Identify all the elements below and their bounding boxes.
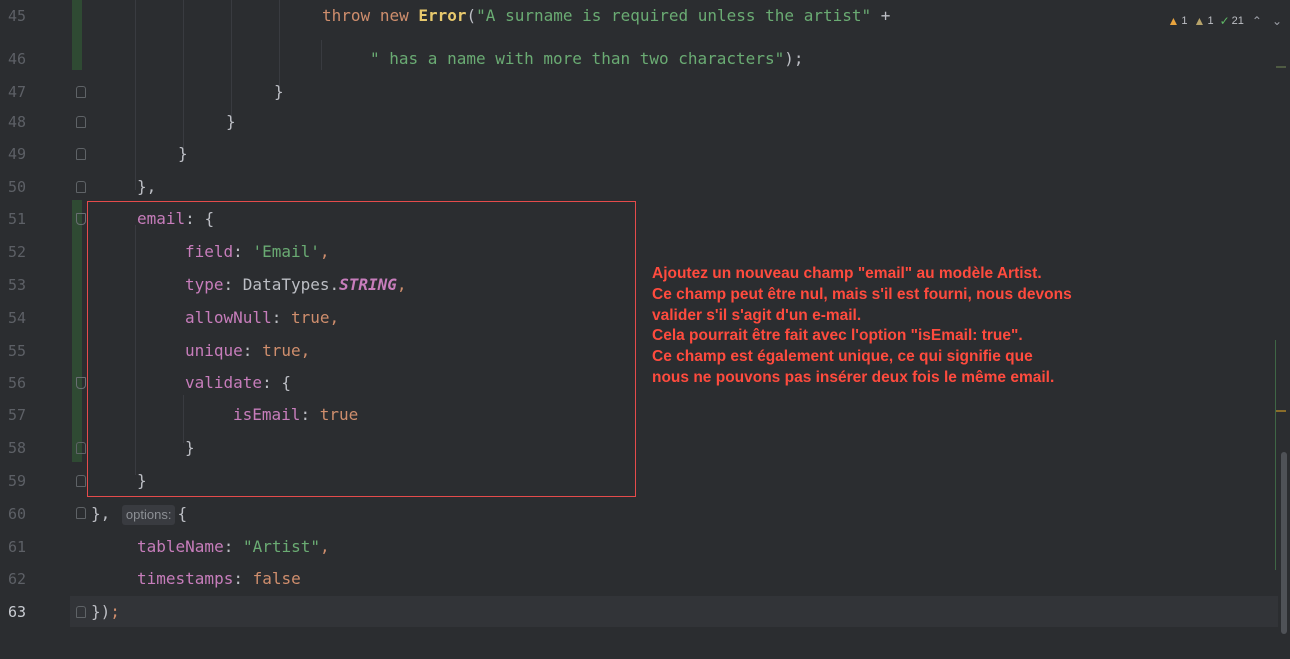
annotation-line: nous ne pouvons pas insérer deux fois le… [652, 368, 1055, 386]
line-number: 58 [8, 439, 27, 457]
line-number: 54 [8, 309, 27, 327]
line-number: 61 [8, 538, 27, 556]
annotation-line: Ce champ peut être nul, mais s'il est fo… [652, 285, 1072, 303]
line-number-current: 63 [8, 603, 27, 621]
line-number: 53 [8, 276, 27, 294]
closing-brace: } [274, 82, 284, 101]
checkmark-icon: ✓ [1219, 14, 1230, 28]
annotation-line: Ce champ est également unique, ce qui si… [652, 348, 1033, 366]
fold-end-icon[interactable] [76, 442, 86, 454]
error-stripe-marker[interactable] [1276, 66, 1286, 68]
code-line-48[interactable]: } [226, 107, 236, 137]
current-line-highlight [0, 596, 1278, 627]
vcs-change-marker[interactable] [72, 0, 82, 70]
fold-end-icon[interactable] [76, 181, 86, 193]
line-number: 47 [8, 83, 27, 101]
line-number: 51 [8, 210, 27, 228]
class-name: Error [418, 6, 467, 25]
change-stripe-marker[interactable] [1275, 340, 1276, 570]
string-literal: " has a name with more than two characte… [370, 49, 785, 68]
code-editor[interactable]: 45 46 47 48 49 50 51 52 53 54 55 56 57 5… [0, 0, 1290, 659]
punctuation: ); [784, 49, 804, 68]
line-number: 49 [8, 145, 27, 163]
line-number: 45 [8, 7, 27, 25]
property-key: tableName [137, 537, 224, 556]
fold-end-icon[interactable] [76, 148, 86, 160]
fold-end-icon[interactable] [76, 86, 86, 98]
fold-end-icon[interactable] [76, 507, 86, 519]
fold-start-icon[interactable] [76, 213, 86, 225]
boolean-literal: false [252, 569, 301, 588]
code-line-49[interactable]: } [178, 139, 188, 169]
fold-end-icon[interactable] [76, 116, 86, 128]
closing-brace: }) [91, 602, 111, 621]
punctuation: : [223, 537, 243, 556]
line-number: 59 [8, 472, 27, 490]
warnings-count[interactable]: ▲ 1 [1168, 14, 1188, 28]
code-line-45[interactable]: throw new Error("A surname is required u… [322, 1, 890, 31]
code-line-50[interactable]: }, [137, 172, 156, 202]
indent-guide [183, 0, 184, 160]
closing-brace: } [178, 144, 188, 163]
inspection-widget[interactable]: ▲ 1 ▲ 1 ✓ 21 ⌃ ⌄ [1168, 11, 1284, 31]
previous-highlight-icon[interactable]: ⌃ [1250, 14, 1264, 28]
fold-end-icon[interactable] [76, 475, 86, 487]
keyword: throw [322, 6, 371, 25]
closing-brace: }, [91, 504, 111, 523]
line-number: 62 [8, 570, 27, 588]
line-number-gutter[interactable]: 45 46 47 48 49 50 51 52 53 54 55 56 57 5… [0, 0, 70, 659]
indent-guide [135, 0, 136, 190]
code-line-46[interactable]: " has a name with more than two characte… [370, 44, 803, 74]
line-number: 56 [8, 374, 27, 392]
code-line-62[interactable]: timestamps: false [137, 564, 301, 594]
line-number: 46 [8, 50, 27, 68]
line-number: 48 [8, 113, 27, 131]
semicolon: ; [110, 602, 120, 621]
fold-end-icon[interactable] [76, 606, 86, 618]
punctuation: ( [466, 6, 477, 25]
ok-count[interactable]: ✓ 21 [1220, 14, 1244, 28]
keyword: new [379, 6, 409, 25]
line-number: 55 [8, 342, 27, 360]
punctuation: , [320, 537, 330, 556]
property-key: timestamps [137, 569, 234, 588]
closing-brace: }, [137, 177, 157, 196]
annotation-highlight-box [87, 201, 636, 497]
string-literal: "A surname is required unless the artist… [476, 6, 872, 25]
vcs-change-marker[interactable] [72, 200, 82, 462]
line-number: 57 [8, 406, 27, 424]
line-number: 50 [8, 178, 27, 196]
line-number: 52 [8, 243, 27, 261]
line-number: 60 [8, 505, 27, 523]
vertical-scrollbar[interactable] [1278, 0, 1290, 659]
annotation-line: valider s'il s'agit d'un e-mail. [652, 306, 862, 324]
error-stripe-marker[interactable] [1276, 410, 1286, 412]
code-line-60[interactable]: }, options:{ [91, 499, 187, 529]
parameter-inlay-hint[interactable]: options: [121, 504, 176, 525]
annotation-line: Cela pourrait être fait avec l'option "i… [652, 327, 1023, 345]
fold-start-icon[interactable] [76, 377, 86, 389]
weak-warnings-count[interactable]: ▲ 1 [1194, 14, 1214, 28]
string-literal: "Artist" [242, 537, 321, 556]
annotation-text: Ajoutez un nouveau champ "email" au modè… [652, 264, 1212, 389]
code-line-47[interactable]: } [274, 77, 284, 107]
indent-guide [321, 40, 322, 70]
code-line-61[interactable]: tableName: "Artist", [137, 532, 330, 562]
opening-brace: { [177, 504, 188, 523]
punctuation: : [233, 569, 253, 588]
code-line-63[interactable]: }); [91, 597, 120, 627]
weak-warning-triangle-icon: ▲ [1193, 14, 1206, 28]
warning-triangle-icon: ▲ [1167, 14, 1180, 28]
annotation-line: Ajoutez un nouveau champ "email" au modè… [652, 265, 1042, 282]
operator: + [880, 6, 891, 25]
scrollbar-thumb[interactable] [1281, 452, 1287, 634]
closing-brace: } [226, 112, 236, 131]
